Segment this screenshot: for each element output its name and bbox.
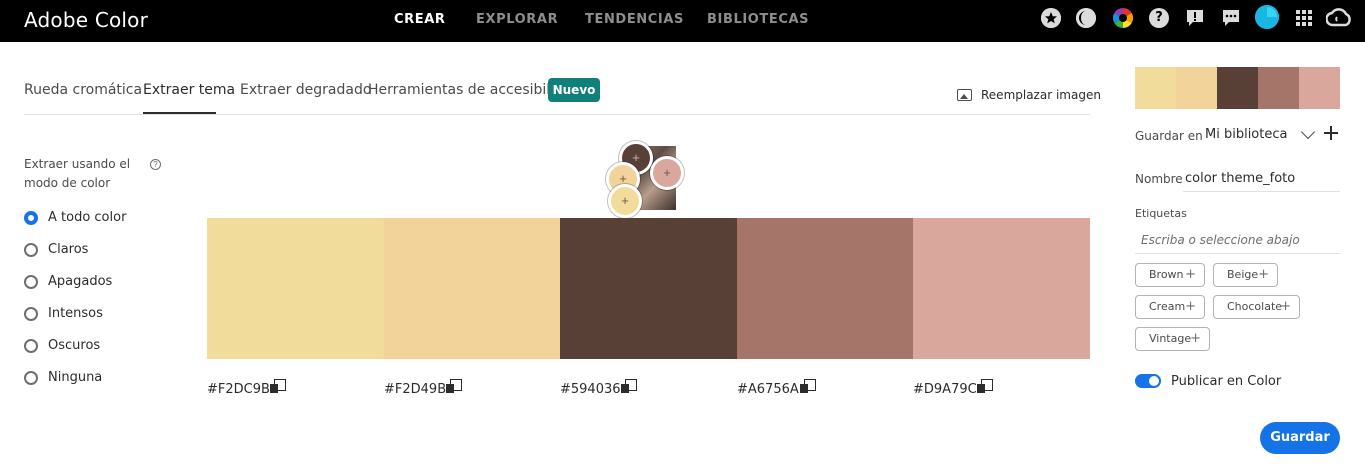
theme-name-input[interactable] [1183, 166, 1340, 192]
hex-value[interactable]: #A6756A [737, 382, 799, 397]
color-swatch[interactable] [913, 218, 1090, 359]
avatar[interactable] [1255, 5, 1279, 29]
apps-grid-icon[interactable] [1294, 8, 1314, 28]
radio-icon [24, 275, 38, 289]
mode-title: Extraer usando el modo de color [24, 157, 131, 190]
alert-icon[interactable] [1185, 8, 1205, 28]
tab-extraer-tema[interactable]: Extraer tema [143, 82, 235, 98]
copy-icon[interactable] [270, 379, 286, 394]
tag-label: Brown [1149, 268, 1184, 281]
hex-value[interactable]: #D9A79C [913, 382, 977, 397]
tag-chocolate[interactable]: Chocolate + [1213, 295, 1300, 319]
publish-toggle[interactable] [1135, 374, 1161, 388]
copy-icon[interactable] [621, 379, 637, 394]
radio-icon [24, 307, 38, 321]
publish-label: Publicar en Color [1171, 374, 1282, 389]
theme-preview-swatch [1176, 67, 1217, 109]
color-swatch[interactable] [737, 218, 913, 359]
copy-icon[interactable] [977, 379, 993, 394]
color-swatch[interactable] [384, 218, 560, 359]
tab-extraer-degradado[interactable]: Extraer degradado [240, 82, 371, 98]
theme-preview-swatch [1299, 67, 1340, 109]
mode-option-label: Intensos [48, 306, 103, 321]
radio-icon [24, 371, 38, 385]
star-icon[interactable] [1041, 8, 1061, 28]
theme-preview-swatch [1217, 67, 1258, 109]
nav-explorar[interactable]: EXPLORAR [476, 12, 558, 27]
hex-value[interactable]: #F2DC9B [207, 382, 270, 397]
app-title[interactable]: Adobe Color [24, 8, 148, 32]
theme-preview-swatch [1258, 67, 1299, 109]
library-select[interactable]: Mi biblioteca [1205, 127, 1287, 142]
plus-icon: + [1280, 299, 1291, 314]
tag-label: Beige [1227, 268, 1259, 281]
chat-icon[interactable] [1221, 8, 1241, 28]
picker-plus-icon: + [621, 193, 629, 208]
plus-icon: + [1185, 299, 1196, 314]
tag-label: Chocolate [1227, 300, 1283, 313]
help-icon[interactable]: ? [1149, 8, 1169, 28]
save-in-label: Guardar en [1135, 129, 1203, 143]
hex-value[interactable]: #594036 [560, 382, 621, 397]
mode-option-label: Apagados [48, 274, 113, 289]
nav-bibliotecas[interactable]: BIBLIOTECAS [707, 12, 809, 27]
info-icon[interactable]: ? [150, 159, 161, 170]
add-library-icon[interactable] [1324, 126, 1338, 140]
mode-option-label: Oscuros [48, 338, 101, 353]
mode-option-label: Ninguna [48, 370, 103, 385]
replace-image-label: Reemplazar imagen [981, 88, 1101, 102]
theme-preview-swatch [1135, 67, 1176, 109]
copy-icon[interactable] [446, 379, 462, 394]
nav-crear[interactable]: CREAR [394, 12, 446, 27]
color-picker-handle[interactable]: + [608, 184, 642, 218]
color-picker-handle[interactable]: + [650, 156, 684, 190]
tag-cream[interactable]: Cream + [1135, 295, 1205, 319]
tag-label: Cream [1149, 300, 1186, 313]
radio-selected-icon [24, 211, 38, 225]
copy-icon[interactable] [800, 379, 816, 394]
mode-option-label: Claros [48, 242, 89, 257]
chevron-down-icon[interactable] [1300, 124, 1316, 140]
save-button[interactable]: Guardar [1260, 422, 1340, 454]
hex-value[interactable]: #F2D49B [384, 382, 446, 397]
picker-plus-icon: + [663, 165, 671, 180]
color-wheel-icon[interactable] [1113, 8, 1133, 28]
new-badge: Nuevo [548, 78, 600, 102]
tag-label: Vintage [1149, 332, 1192, 345]
image-icon [957, 89, 972, 101]
tags-input[interactable] [1135, 226, 1340, 254]
radio-icon [24, 339, 38, 353]
nav-tendencias[interactable]: TENDENCIAS [585, 12, 684, 27]
top-bar: Adobe Color CREAR EXPLORAR TENDENCIAS BI… [0, 0, 1365, 42]
tags-label: Etiquetas [1135, 207, 1187, 220]
tag-beige[interactable]: Beige + [1213, 263, 1278, 287]
moon-icon[interactable] [1076, 8, 1096, 28]
creative-cloud-icon[interactable] [1325, 8, 1352, 28]
plus-icon: + [1185, 267, 1196, 282]
plus-icon: + [1190, 331, 1201, 346]
tabs-divider [24, 114, 1090, 115]
radio-icon [24, 243, 38, 257]
tag-brown[interactable]: Brown + [1135, 263, 1205, 287]
name-label: Nombre [1135, 172, 1183, 186]
plus-icon: + [1258, 267, 1269, 282]
mode-option-label: A todo color [48, 210, 127, 225]
color-swatch[interactable] [560, 218, 737, 359]
tab-rueda-cromatica[interactable]: Rueda cromática [24, 82, 142, 98]
tag-vintage[interactable]: Vintage + [1135, 327, 1210, 351]
color-swatch[interactable] [207, 218, 384, 359]
